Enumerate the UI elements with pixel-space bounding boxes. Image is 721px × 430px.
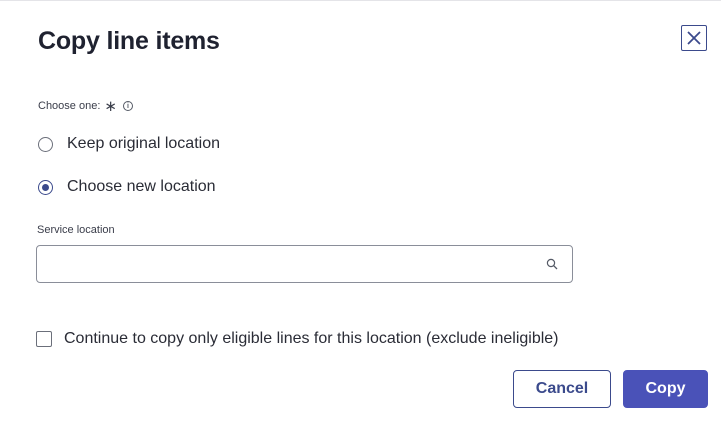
radio-button-unchecked[interactable] [38,136,53,152]
search-icon[interactable] [546,258,558,270]
eligible-lines-checkbox[interactable] [36,331,52,347]
close-button[interactable] [681,25,707,51]
copy-button[interactable]: Copy [623,370,708,408]
close-x-icon [687,31,701,45]
radio-choose-new-location[interactable]: Choose new location [38,178,216,196]
required-asterisk: ∗ [104,97,117,115]
service-location-label: Service location [37,224,115,236]
info-icon[interactable]: i [122,101,133,111]
radio-label: Choose new location [67,178,216,195]
choose-one-text: Choose one: [38,100,101,112]
eligible-lines-option[interactable]: Continue to copy only eligible lines for… [36,330,559,348]
radio-selected-dot [42,183,49,191]
choose-one-label: Choose one: ∗ i [38,97,133,115]
copy-line-items-dialog: Copy line items Choose one: ∗ i Keep ori… [0,0,721,430]
service-location-input[interactable] [45,246,549,284]
radio-button-checked[interactable] [38,179,53,195]
radio-keep-original-location[interactable]: Keep original location [38,135,220,153]
service-location-field[interactable] [36,245,573,284]
cancel-button[interactable]: Cancel [513,370,611,408]
radio-label: Keep original location [67,135,220,152]
eligible-lines-label: Continue to copy only eligible lines for… [64,330,559,347]
dialog-title: Copy line items [38,27,220,55]
